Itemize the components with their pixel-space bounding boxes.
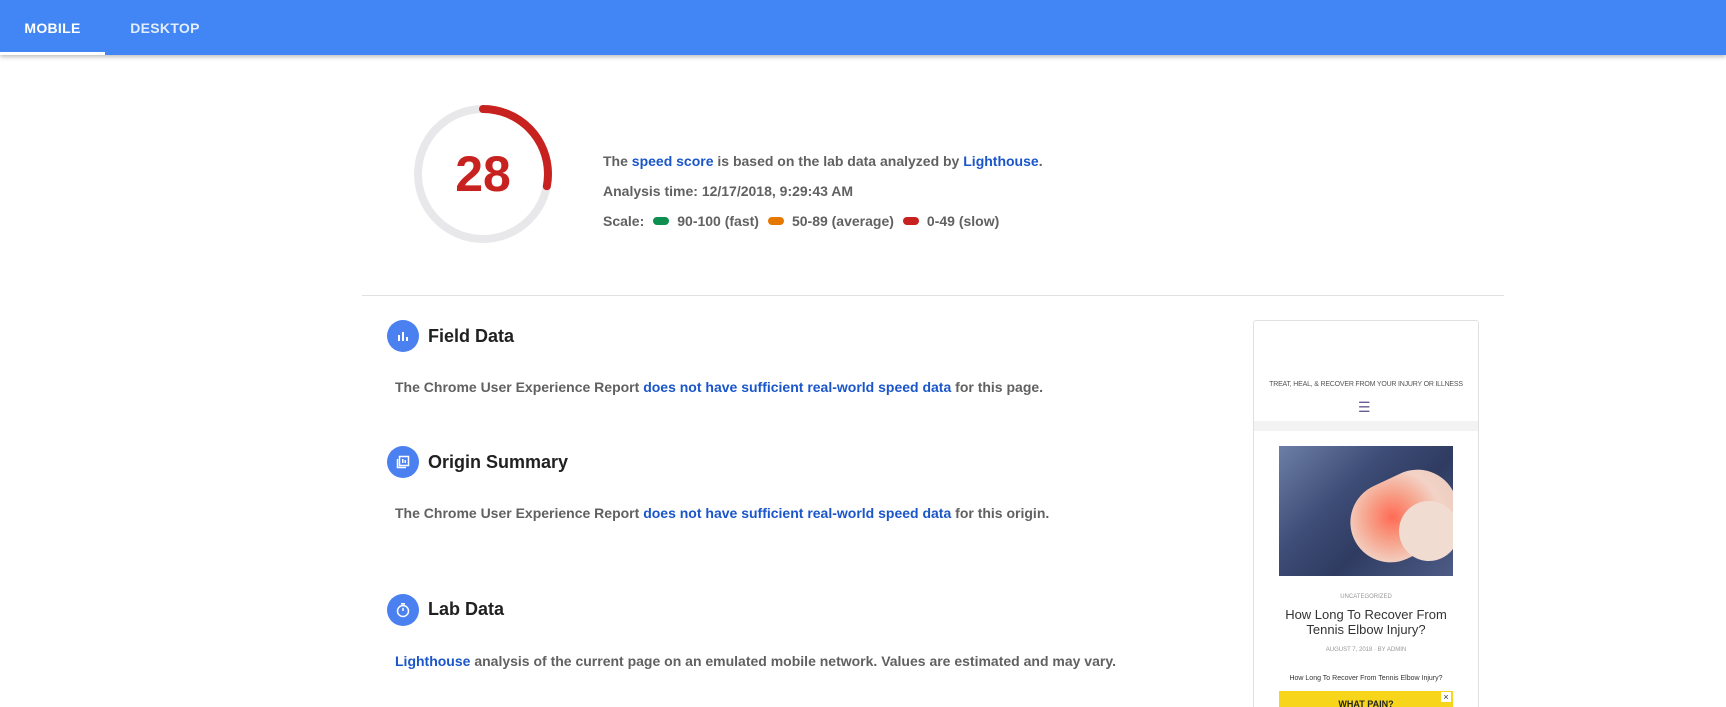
scale-slow-pill [902,217,919,226]
lab-data-text: Lighthouse analysis of the current page … [395,653,1116,669]
lighthouse-link[interactable]: Lighthouse [963,153,1038,169]
screenshot-tagline: TREAT, HEAL, & RECOVER FROM YOUR INJURY … [1269,381,1463,388]
field-data-text: The Chrome User Experience Report does n… [395,379,1043,395]
library-icon [387,446,419,478]
origin-summary-text: The Chrome User Experience Report does n… [395,505,1049,521]
screenshot-separator [1254,421,1478,431]
lab-data-title: Lab Data [428,599,505,619]
top-tab-bar: MOBILE DESKTOP [0,0,1726,55]
screenshot-page: TREAT, HEAL, & RECOVER FROM YOUR INJURY … [1254,321,1478,707]
speed-score-link[interactable]: speed score [632,153,714,169]
screenshot-article-excerpt: How Long To Recover From Tennis Elbow In… [1289,675,1443,682]
score-intro-prefix: The [603,153,632,169]
stopwatch-icon [387,594,419,626]
score-scale: Scale: 90-100 (fast) 50-89 (average) 0-49 (… [603,210,1043,240]
lab-data-text-suffix: analysis of the current page on an emula… [470,653,1116,669]
close-icon: × [1441,692,1451,702]
score-description: The speed score is based on the lab data… [603,150,1043,180]
scale-label: Scale: [603,213,645,229]
bar-chart-icon [387,320,419,352]
scale-average-label: 50-89 (average) [791,213,894,229]
hamburger-icon: ☰ [1358,399,1371,415]
origin-summary-title: Origin Summary [428,452,569,472]
field-data-link[interactable]: does not have sufficient real-world spee… [643,379,951,395]
active-tab-indicator [0,52,105,55]
screenshot-ad-text: WHAT PAIN? [1338,699,1394,707]
scale-average-pill [767,217,784,226]
origin-summary-text-prefix: The Chrome User Experience Report [395,505,644,521]
origin-summary-link[interactable]: does not have sufficient real-world spee… [643,505,951,521]
field-data-text-suffix: for this page. [951,379,1044,395]
screenshot-ad-banner: WHAT PAIN? × [1279,691,1453,707]
screenshot-article-image [1279,446,1453,576]
analysis-time: Analysis time: 12/17/2018, 9:29:43 AM [603,183,854,199]
scale-fast-label: 90-100 (fast) [677,213,759,229]
screenshot-article-title: How Long To Recover From Tennis Elbow In… [1285,607,1447,637]
score-info: The speed score is based on the lab data… [603,150,1043,240]
tab-desktop[interactable]: DESKTOP [118,0,212,55]
origin-summary-text-suffix: for this origin. [951,505,1050,521]
section-divider [362,295,1504,296]
score-intro-middle: is based on the lab data analyzed by [713,153,964,169]
scale-fast-pill [653,217,670,226]
score-intro-suffix: . [1038,153,1043,169]
field-data-title: Field Data [428,326,515,346]
field-data-text-prefix: The Chrome User Experience Report [395,379,644,395]
scale-slow-label: 0-49 (slow) [926,213,1000,229]
screenshot-category: UNCATEGORIZED [1340,594,1392,600]
lab-data-lighthouse-link[interactable]: Lighthouse [395,653,470,669]
score-value: 28 [455,146,511,202]
page-screenshot-thumbnail: TREAT, HEAL, & RECOVER FROM YOUR INJURY … [1253,320,1479,707]
screenshot-article-meta: AUGUST 7, 2018 · BY ADMIN [1325,647,1407,653]
tab-mobile[interactable]: MOBILE [0,0,105,55]
